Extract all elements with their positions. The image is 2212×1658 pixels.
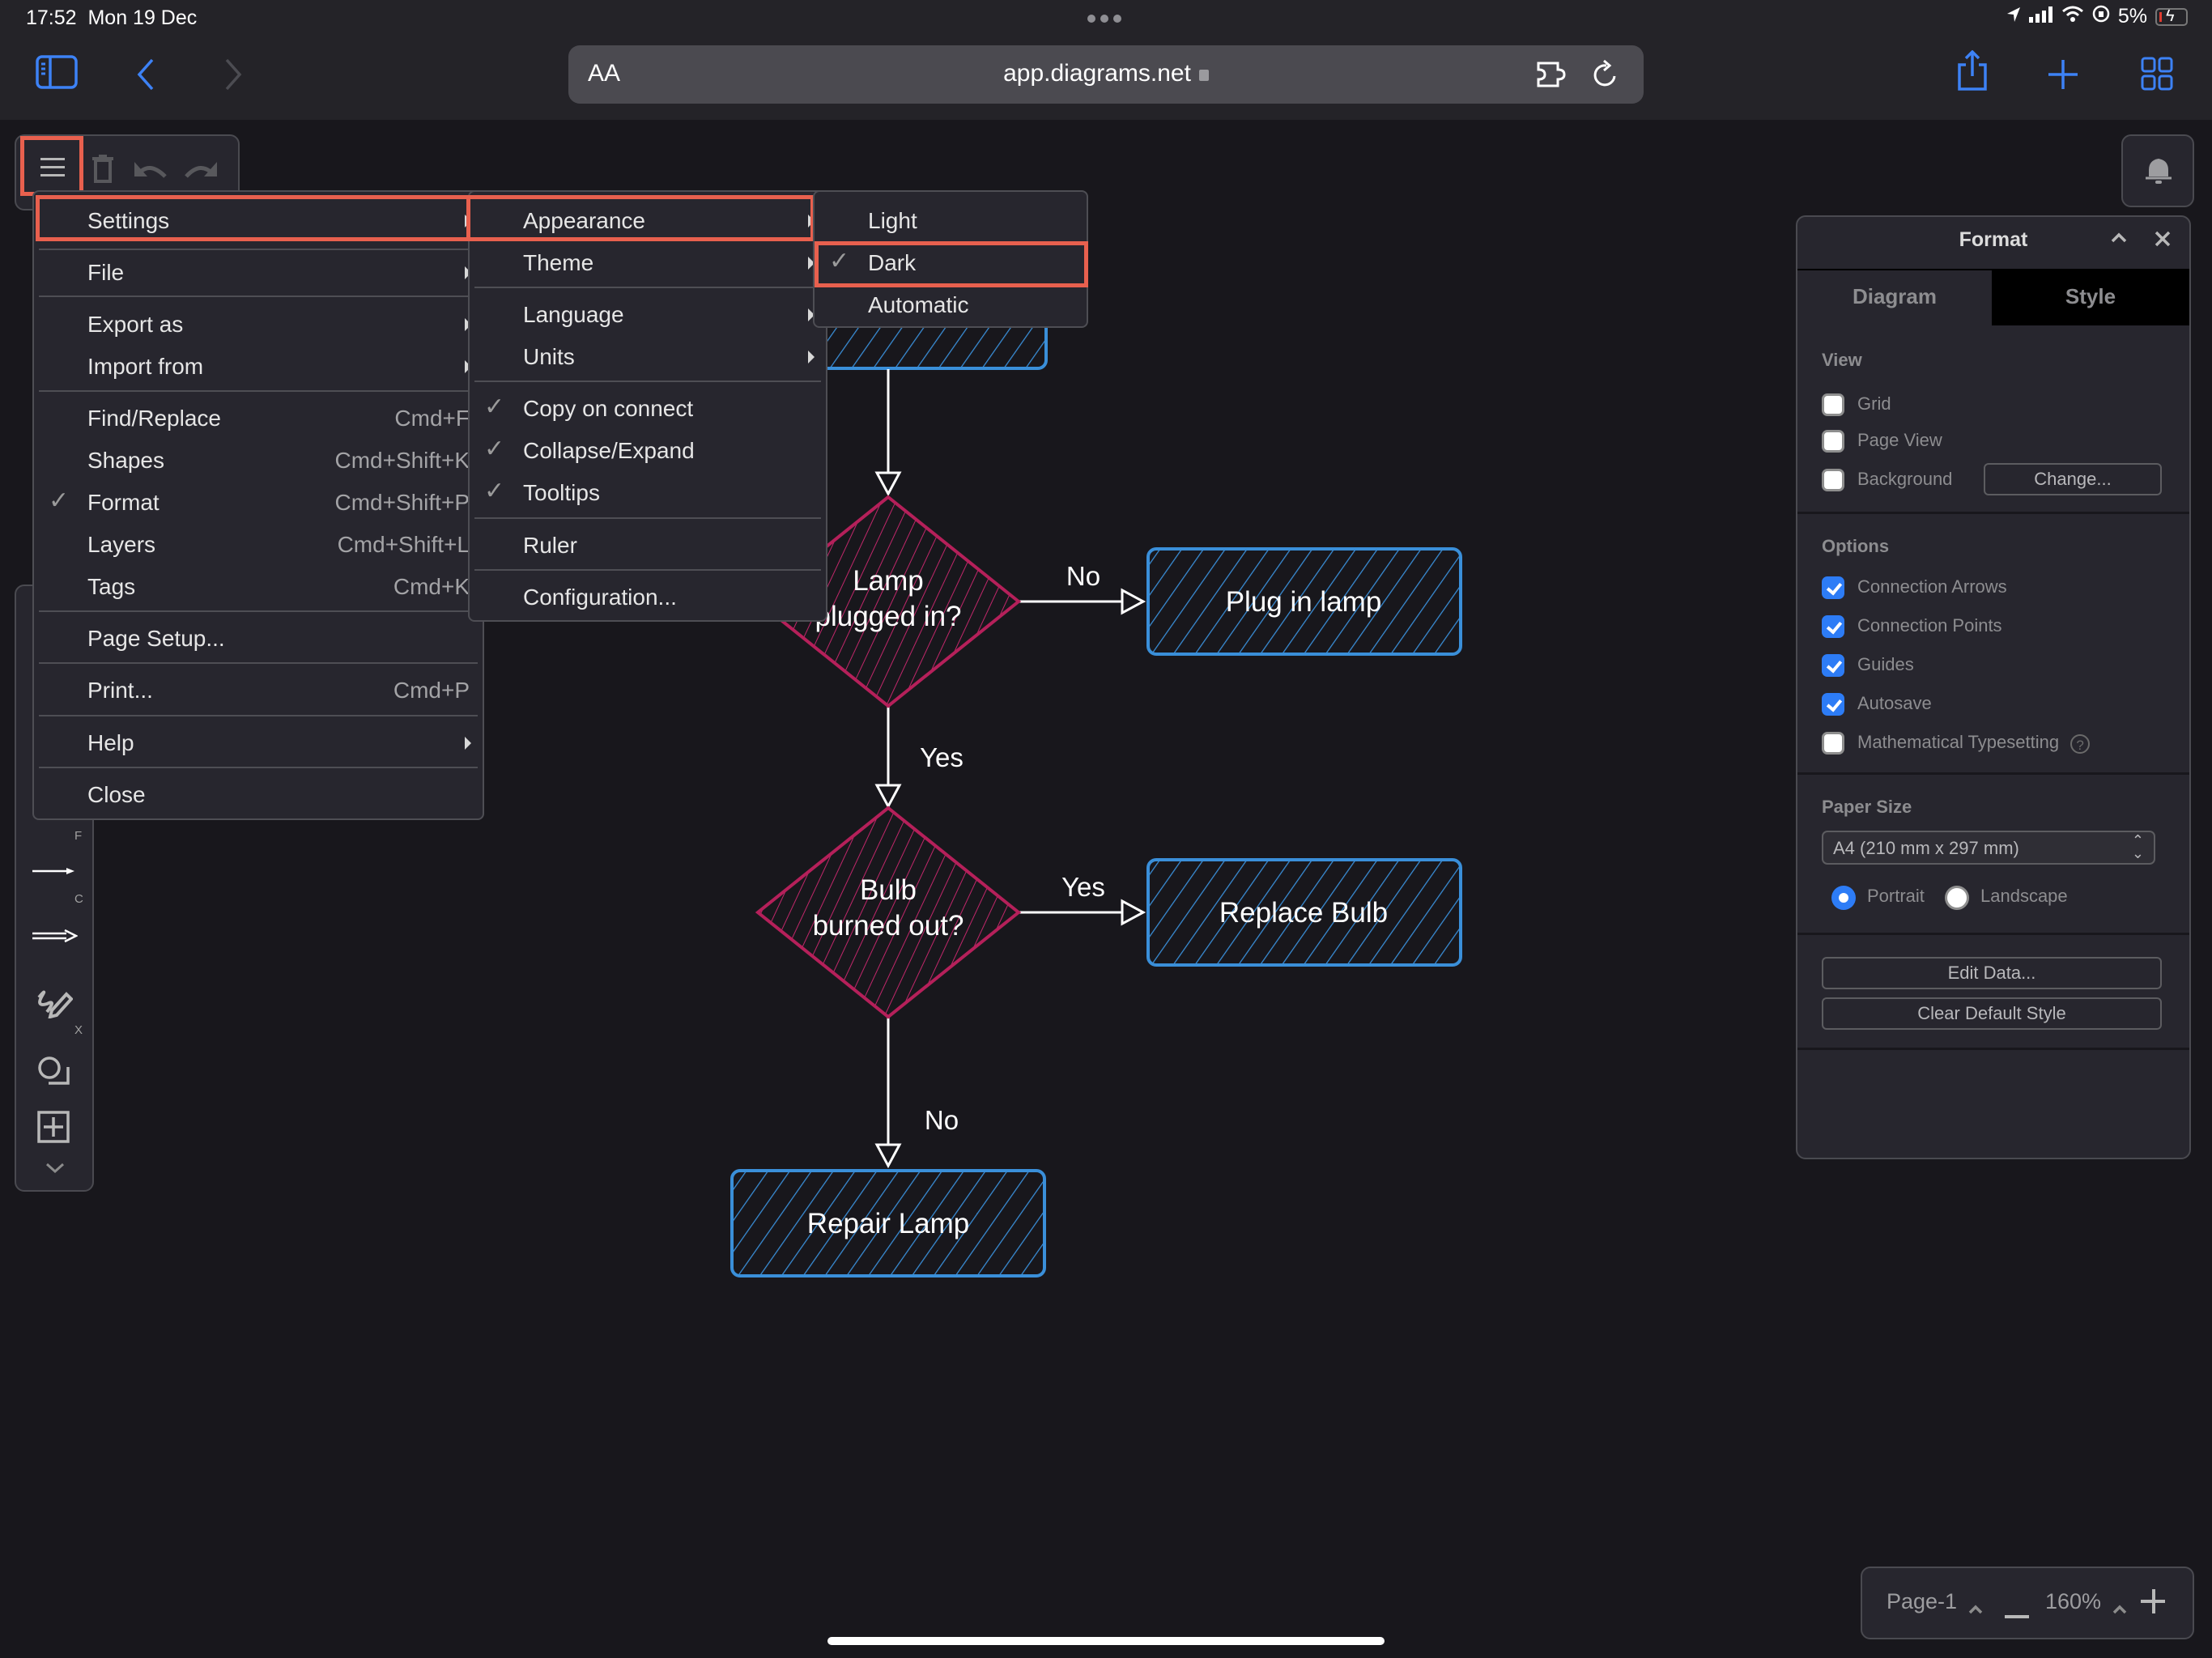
zoom-level[interactable]: 160% bbox=[2045, 1589, 2101, 1614]
main-menu: Settings File Export as Import from Find… bbox=[32, 190, 484, 820]
insert-icon[interactable] bbox=[37, 1111, 70, 1147]
grid-checkbox[interactable] bbox=[1822, 393, 1844, 416]
edge-decision1-to-plug[interactable] bbox=[1019, 588, 1146, 615]
shortcut-key-f: F bbox=[74, 829, 83, 843]
shortcut-key-c: C bbox=[74, 892, 83, 906]
zoom-in-icon[interactable] bbox=[2141, 1589, 2167, 1621]
menu-item-tags[interactable]: Tags Cmd+K bbox=[34, 566, 483, 608]
edge-decision2-to-replace[interactable] bbox=[1019, 899, 1146, 926]
format-panel: Format Diagram Style View Grid Page View… bbox=[1796, 215, 2191, 1159]
edge-decision2-to-repair[interactable] bbox=[874, 1017, 902, 1169]
menu-item-copy-on-connect[interactable]: ✓ Copy on connect bbox=[470, 388, 826, 430]
checkmark-icon: ✓ bbox=[49, 487, 70, 514]
page-chevron-up-icon[interactable] bbox=[1967, 1596, 1984, 1621]
menu-item-file[interactable]: File bbox=[34, 252, 483, 294]
menu-item-print[interactable]: Print... Cmd+P bbox=[34, 670, 483, 712]
menu-item-theme[interactable]: Theme bbox=[470, 242, 826, 284]
page-view-checkbox[interactable] bbox=[1822, 430, 1844, 453]
edge-decision1-to-decision2[interactable] bbox=[874, 706, 902, 810]
shortcut-key-x: X bbox=[74, 1023, 83, 1037]
format-tabs: Diagram Style bbox=[1797, 269, 2189, 327]
collapse-chevron-up-icon[interactable] bbox=[2110, 228, 2128, 255]
menu-item-automatic[interactable]: Automatic bbox=[815, 284, 1087, 326]
select-arrows-icon: ⌃ ⌄ bbox=[2131, 832, 2144, 861]
change-background-button[interactable]: Change... bbox=[1984, 463, 2162, 495]
node-label-decision2: Bulb burned out? bbox=[812, 874, 964, 942]
edge-label-no-1: No bbox=[1066, 561, 1101, 591]
close-icon[interactable] bbox=[2154, 228, 2172, 255]
menu-item-ruler[interactable]: Ruler bbox=[470, 525, 826, 567]
menu-item-page-setup[interactable]: Page Setup... bbox=[34, 618, 483, 660]
node-label-decision1: Lamp plugged in? bbox=[815, 565, 962, 632]
delete-icon[interactable] bbox=[91, 154, 115, 187]
zoom-out-icon[interactable] bbox=[2005, 1601, 2031, 1626]
tab-style[interactable]: Style bbox=[1992, 270, 2189, 325]
tab-diagram[interactable]: Diagram bbox=[1797, 270, 1992, 325]
autosave-checkbox[interactable] bbox=[1822, 693, 1844, 716]
background-checkbox[interactable] bbox=[1822, 469, 1844, 491]
menu-item-export-as[interactable]: Export as bbox=[34, 304, 483, 346]
redo-icon[interactable] bbox=[183, 159, 219, 184]
menu-item-language[interactable]: Language bbox=[470, 294, 826, 336]
paper-size-section-title: Paper Size bbox=[1822, 797, 1912, 817]
menu-item-configuration[interactable]: Configuration... bbox=[470, 576, 826, 619]
node-label-plug: Plug in lamp bbox=[1225, 586, 1382, 618]
edit-data-button[interactable]: Edit Data... bbox=[1822, 957, 2162, 989]
page-zoom-footer: Page-1 160% bbox=[1861, 1567, 2194, 1639]
freehand-draw-icon[interactable] bbox=[36, 986, 74, 1022]
highlight-settings bbox=[36, 195, 473, 241]
line-connector-icon[interactable] bbox=[31, 865, 76, 881]
menu-button[interactable] bbox=[20, 136, 83, 196]
home-indicator[interactable] bbox=[827, 1637, 1385, 1645]
shapes-library-icon[interactable] bbox=[37, 1056, 71, 1092]
clear-default-style-button[interactable]: Clear Default Style bbox=[1822, 997, 2162, 1030]
node-label-replace: Replace Bulb bbox=[1219, 897, 1389, 929]
connection-points-checkbox[interactable] bbox=[1822, 615, 1844, 638]
math-typesetting-checkbox[interactable] bbox=[1822, 732, 1844, 755]
highlight-dark bbox=[815, 241, 1088, 287]
page-selector[interactable]: Page-1 bbox=[1887, 1589, 1957, 1614]
checkmark-icon: ✓ bbox=[484, 393, 505, 420]
menu-item-units[interactable]: Units bbox=[470, 336, 826, 378]
highlight-appearance bbox=[466, 195, 815, 241]
menu-item-tooltips[interactable]: ✓ Tooltips bbox=[470, 472, 826, 514]
options-section-title: Options bbox=[1822, 536, 1890, 556]
paper-size-select[interactable]: A4 (210 mm x 297 mm) ⌃ ⌄ bbox=[1822, 831, 2155, 865]
menu-item-collapse-expand[interactable]: ✓ Collapse/Expand bbox=[470, 430, 826, 472]
menu-item-close[interactable]: Close bbox=[34, 774, 483, 816]
edge-label-yes-1: Yes bbox=[920, 742, 963, 772]
menu-item-layers[interactable]: Layers Cmd+Shift+L bbox=[34, 524, 483, 566]
help-icon[interactable]: ? bbox=[2070, 734, 2091, 754]
menu-item-shapes[interactable]: Shapes Cmd+Shift+K bbox=[34, 440, 483, 482]
menu-item-format[interactable]: ✓ Format Cmd+Shift+P bbox=[34, 482, 483, 524]
guides-checkbox[interactable] bbox=[1822, 654, 1844, 677]
edge-label-yes-2: Yes bbox=[1061, 872, 1105, 902]
zoom-chevron-up-icon[interactable] bbox=[2112, 1596, 2128, 1621]
edge-label-no-2: No bbox=[924, 1105, 959, 1135]
menu-item-help[interactable]: Help bbox=[34, 722, 483, 764]
landscape-radio[interactable] bbox=[1945, 886, 1969, 910]
bell-icon bbox=[2144, 157, 2173, 190]
checkmark-icon: ✓ bbox=[484, 436, 505, 462]
menu-item-light[interactable]: Light bbox=[815, 200, 1087, 242]
format-panel-title: Format bbox=[1959, 228, 2028, 251]
connection-arrows-checkbox[interactable] bbox=[1822, 576, 1844, 599]
menu-item-import-from[interactable]: Import from bbox=[34, 346, 483, 388]
undo-icon[interactable] bbox=[133, 159, 168, 184]
notifications-button[interactable] bbox=[2121, 134, 2194, 207]
arrow-connector-icon[interactable] bbox=[31, 929, 79, 946]
checkmark-icon: ✓ bbox=[484, 478, 505, 504]
edge-start-to-decision1[interactable] bbox=[874, 369, 902, 497]
portrait-radio[interactable] bbox=[1831, 886, 1856, 910]
node-label-repair: Repair Lamp bbox=[806, 1208, 970, 1239]
settings-submenu: Appearance Theme Language Units ✓ Copy on… bbox=[468, 190, 827, 622]
menu-item-find-replace[interactable]: Find/Replace Cmd+F bbox=[34, 397, 483, 440]
view-section-title: View bbox=[1822, 350, 1862, 370]
more-chevron-down-icon[interactable] bbox=[45, 1163, 65, 1178]
